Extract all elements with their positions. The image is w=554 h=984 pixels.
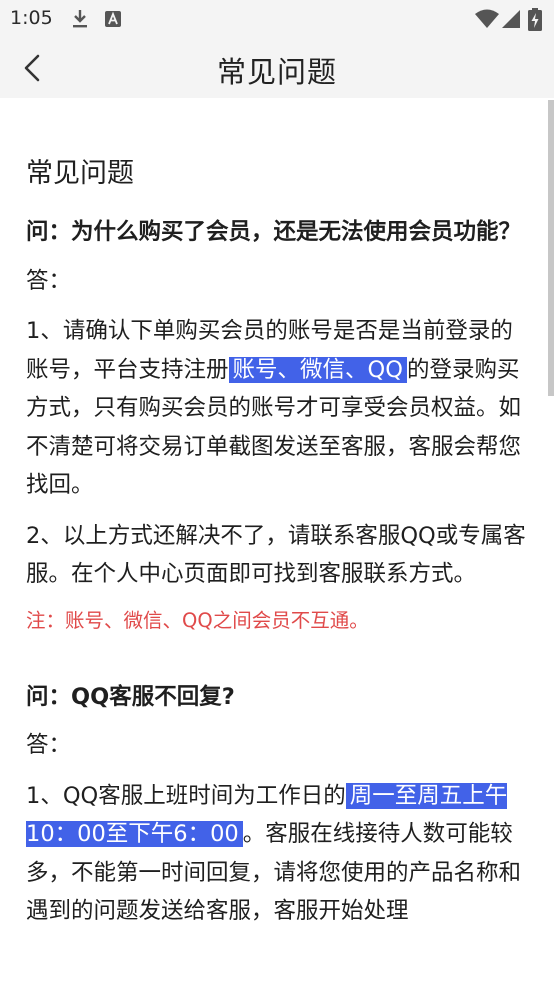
- font-a-icon: [105, 11, 121, 27]
- page-title: 常见问题: [216, 55, 337, 89]
- faq-question-1: 问：为什么购买了会员，还是无法使用会员功能？: [26, 219, 522, 245]
- status-time: 1:05: [10, 7, 53, 29]
- wifi-icon: [475, 9, 499, 28]
- faq-answer-1-para-1: 1、请确认下单购买会员的账号是否是当前登录的账号，平台支持注册 账号、微信、QQ 的…: [26, 312, 531, 505]
- faq-answer-label-1: 答：: [26, 267, 72, 294]
- faq-answer-1-para-2: 2、以上方式还解决不了，请联系客服QQ或专属客服。在个人中心页面即可找到客服联系…: [26, 522, 526, 588]
- faq-content: 常见问题 问：为什么购买了会员，还是无法使用会员功能？ 答： 1、请确认下单购买…: [26, 150, 531, 943]
- answer-text: 1、QQ客服上班时间为工作日的: [26, 782, 346, 809]
- section-title: 常见问题: [26, 158, 134, 189]
- highlighted-text: 账号、微信、QQ: [228, 356, 407, 383]
- faq-answer-label-2: 答：: [26, 732, 72, 758]
- battery-charging-icon: [528, 8, 542, 31]
- download-icon: [73, 10, 87, 28]
- faq-answer-2-para-1: 1、QQ客服上班时间为工作日的 周一至周五上午10：00至下午6：00 。客服在线接…: [26, 777, 531, 931]
- signal-icon: [502, 10, 520, 28]
- faq-question-2: 问：QQ客服不回复?: [26, 683, 235, 710]
- status-bar: 1:05: [0, 0, 554, 38]
- scrollbar-thumb[interactable]: [548, 100, 554, 396]
- faq-note: 注：账号、微信、QQ之间会员不互通。: [26, 608, 369, 632]
- app-bar: 常见问题: [0, 38, 554, 98]
